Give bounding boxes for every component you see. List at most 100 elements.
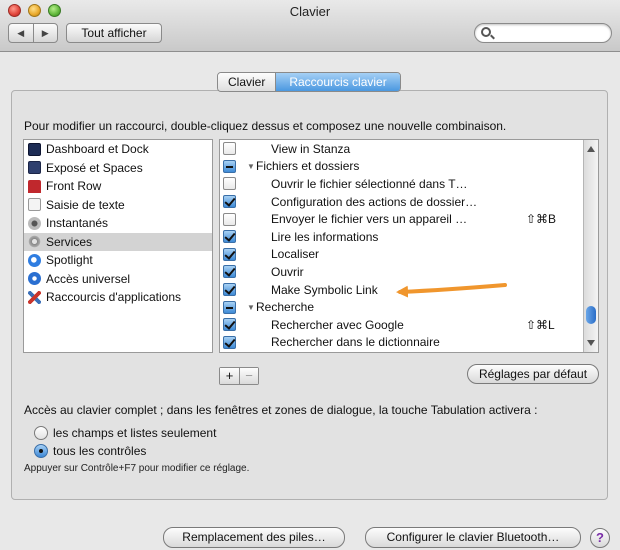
- add-remove-group: + −: [219, 367, 259, 385]
- shortcut-checkbox[interactable]: [223, 212, 236, 226]
- show-all-button[interactable]: Tout afficher: [66, 23, 162, 43]
- shortcut-keys[interactable]: ⇧⌘L: [526, 318, 555, 332]
- shortcut-row[interactable]: Localiser: [220, 246, 584, 264]
- shortcut-checkbox[interactable]: [223, 195, 236, 209]
- category-item-front-row[interactable]: Front Row: [24, 177, 212, 196]
- vertical-scrollbar[interactable]: [583, 140, 598, 352]
- universal-access-icon: [28, 272, 41, 286]
- shortcut-row[interactable]: Make Symbolic Link: [220, 281, 584, 299]
- shortcut-checkbox[interactable]: [223, 177, 236, 191]
- scroll-up-icon[interactable]: [587, 146, 595, 152]
- titlebar: Clavier ◀ ▶ Tout afficher: [0, 0, 620, 52]
- category-label: Raccourcis d'applications: [46, 290, 182, 305]
- shortcut-label: Ouvrir le fichier sélectionné dans T…: [271, 176, 468, 191]
- disclosure-triangle-icon[interactable]: ▼: [247, 303, 255, 312]
- disclosure-triangle-icon[interactable]: ▼: [247, 162, 255, 171]
- shortcut-row[interactable]: Lire les informations: [220, 228, 584, 246]
- back-forward-group: ◀ ▶: [8, 23, 58, 43]
- shortcut-label: View in Stanza: [271, 141, 351, 156]
- shortcut-row[interactable]: Rechercher dans le dictionnaire: [220, 334, 584, 352]
- shortcut-checkbox[interactable]: [223, 335, 236, 349]
- battery-replacement-button[interactable]: Remplacement des piles…: [163, 527, 345, 548]
- screenshot-icon: [28, 216, 41, 230]
- category-label: Saisie de texte: [46, 197, 125, 212]
- shortcut-label: Rechercher avec Google: [271, 317, 404, 332]
- bluetooth-keyboard-button[interactable]: Configurer le clavier Bluetooth…: [365, 527, 581, 548]
- category-list: Dashboard et Dock Exposé et Spaces Front…: [23, 139, 213, 353]
- category-label: Services: [46, 234, 93, 249]
- tab-bar: Clavier Raccourcis clavier: [217, 72, 401, 92]
- window-title: Clavier: [289, 4, 331, 19]
- forward-button[interactable]: ▶: [32, 24, 58, 42]
- shortcut-list: View in Stanza ▼ Fichiers et dossiers Ou…: [219, 139, 599, 353]
- keyboard-access-text: Accès au clavier complet ; dans les fenê…: [24, 403, 538, 417]
- category-item-expose[interactable]: Exposé et Spaces: [24, 159, 212, 178]
- shortcut-row[interactable]: View in Stanza: [220, 140, 584, 158]
- radio-text-fields-only[interactable]: les champs et listes seulement: [34, 425, 216, 441]
- category-label: Instantanés: [46, 216, 109, 231]
- shortcut-keys[interactable]: ⇧⌘B: [526, 212, 556, 226]
- tab-raccourcis-clavier[interactable]: Raccourcis clavier: [275, 73, 400, 91]
- category-item-acces-universel[interactable]: Accès universel: [24, 270, 212, 289]
- shortcut-row[interactable]: Ouvrir le fichier sélectionné dans T…: [220, 175, 584, 193]
- expose-icon: [28, 161, 41, 175]
- search-icon: [481, 27, 491, 37]
- app-shortcuts-icon: [28, 290, 41, 304]
- add-shortcut-button[interactable]: +: [220, 368, 239, 384]
- radio-label: les champs et listes seulement: [53, 426, 217, 440]
- instruction-text: Pour modifier un raccourci, double-cliqu…: [24, 119, 507, 133]
- category-label: Exposé et Spaces: [46, 160, 143, 175]
- shortcut-checkbox[interactable]: [223, 265, 236, 279]
- shortcut-label: Rechercher dans le dictionnaire: [271, 335, 440, 350]
- category-label: Spotlight: [46, 253, 93, 268]
- spotlight-icon: [28, 253, 41, 267]
- shortcut-checkbox[interactable]: [223, 142, 236, 156]
- shortcut-row[interactable]: Configuration des actions de dossier…: [220, 193, 584, 211]
- keyboard-preferences-window: Clavier ◀ ▶ Tout afficher Clavier Raccou…: [0, 0, 620, 550]
- scroll-thumb[interactable]: [586, 306, 596, 324]
- radio-button[interactable]: [34, 444, 48, 458]
- radio-all-controls[interactable]: tous les contrôles: [34, 443, 146, 459]
- back-button[interactable]: ◀: [9, 24, 33, 42]
- text-input-icon: [28, 198, 41, 212]
- shortcut-checkbox[interactable]: [223, 318, 236, 332]
- category-item-saisie[interactable]: Saisie de texte: [24, 196, 212, 215]
- group-label: Recherche: [256, 300, 315, 315]
- shortcut-label: Envoyer le fichier vers un appareil …: [271, 212, 468, 227]
- category-item-instantanes[interactable]: Instantanés: [24, 214, 212, 233]
- dashboard-icon: [28, 142, 41, 156]
- services-gear-icon: [28, 235, 41, 249]
- shortcut-group-row[interactable]: ▼ Fichiers et dossiers: [220, 158, 584, 176]
- shortcut-checkbox[interactable]: [223, 230, 236, 244]
- group-checkbox[interactable]: [223, 300, 236, 314]
- restore-defaults-button[interactable]: Réglages par défaut: [467, 364, 599, 384]
- category-item-app-shortcuts[interactable]: Raccourcis d'applications: [24, 288, 212, 307]
- search-input[interactable]: [497, 25, 607, 41]
- scroll-down-icon[interactable]: [587, 340, 595, 346]
- radio-label: tous les contrôles: [53, 444, 147, 458]
- shortcut-label: Configuration des actions de dossier…: [271, 194, 478, 209]
- group-checkbox[interactable]: [223, 159, 236, 173]
- category-label: Accès universel: [46, 271, 131, 286]
- shortcut-row[interactable]: Ouvrir: [220, 263, 584, 281]
- category-item-dashboard[interactable]: Dashboard et Dock: [24, 140, 212, 159]
- help-icon[interactable]: ?: [590, 528, 610, 548]
- shortcut-label: Localiser: [271, 247, 320, 262]
- shortcut-row[interactable]: Envoyer le fichier vers un appareil … ⇧⌘…: [220, 210, 584, 228]
- radio-button[interactable]: [34, 426, 48, 440]
- shortcut-label: Make Symbolic Link: [271, 282, 378, 297]
- shortcut-row[interactable]: Rechercher avec Google ⇧⌘L: [220, 316, 584, 334]
- front-row-icon: [28, 179, 41, 193]
- search-field[interactable]: [474, 23, 612, 43]
- shortcut-checkbox[interactable]: [223, 283, 236, 297]
- preferences-content: Clavier Raccourcis clavier Pour modifier…: [0, 52, 620, 550]
- category-item-services[interactable]: Services: [24, 232, 212, 251]
- remove-shortcut-button[interactable]: −: [239, 368, 258, 384]
- group-label: Fichiers et dossiers: [256, 159, 360, 174]
- tab-clavier[interactable]: Clavier: [218, 73, 276, 91]
- shortcut-label: Ouvrir: [271, 264, 304, 279]
- keyboard-access-hint: Appuyer sur Contrôle+F7 pour modifier ce…: [24, 463, 250, 474]
- shortcut-group-row[interactable]: ▼ Recherche: [220, 298, 584, 316]
- category-item-spotlight[interactable]: Spotlight: [24, 251, 212, 270]
- shortcut-checkbox[interactable]: [223, 247, 236, 261]
